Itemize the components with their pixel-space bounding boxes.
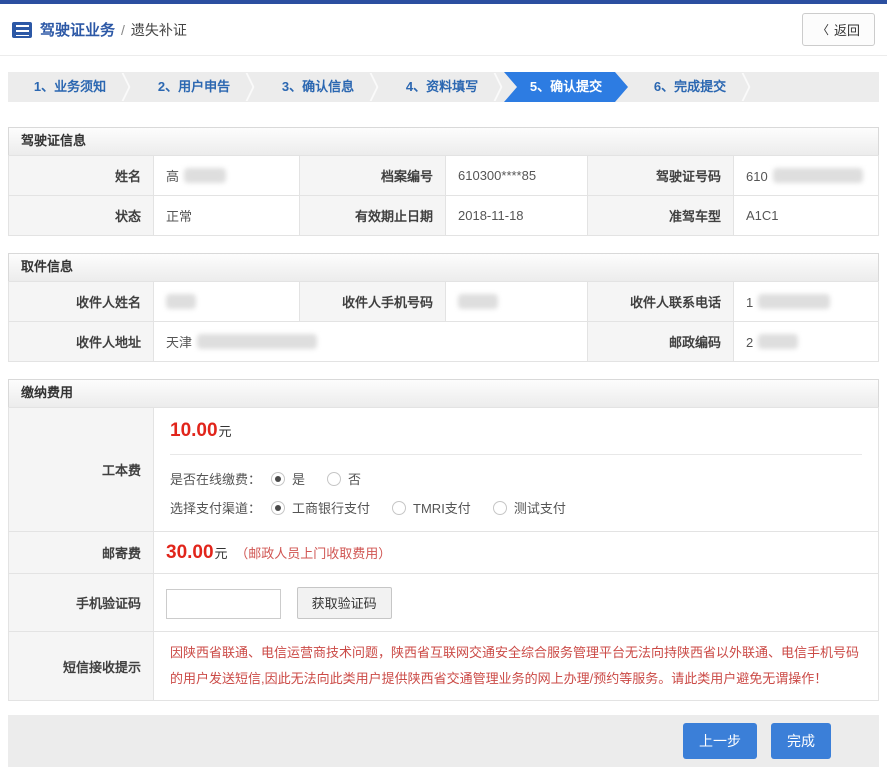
license-info-table: 姓名 高 档案编号 610300****85 驾驶证号码 610 状态 正常 有…: [8, 155, 879, 236]
section-title: 取件信息: [8, 253, 879, 281]
redacted-value: [773, 168, 863, 183]
file-number-label: 档案编号: [300, 156, 446, 196]
breadcrumb-separator: /: [121, 22, 125, 38]
step-progress-bar: 1、业务须知 2、用户申告 3、确认信息 4、资料填写 5、确认提交 6、完成提…: [8, 72, 879, 102]
vehicle-class-value: A1C1: [734, 196, 879, 236]
pickup-info-table: 收件人姓名 收件人手机号码 收件人联系电话 1 收件人地址 天津 邮政编码 2: [8, 281, 879, 362]
expiry-label: 有效期止日期: [300, 196, 446, 236]
pay-channel-row: 选择支付渠道： 工商银行支付 TMRI支付 测试支付: [170, 498, 862, 517]
table-row: 邮寄费 30.00元 （邮政人员上门收取费用）: [9, 532, 879, 574]
step-5-confirm-submit: 5、确认提交: [504, 72, 628, 102]
file-number-value: 610300****85: [446, 156, 588, 196]
recipient-phone-value: 1: [734, 282, 879, 322]
redacted-value: [184, 168, 226, 183]
channel-icbc-radio[interactable]: [271, 501, 285, 515]
sms-notice-cell: 因陕西省联通、电信运营商技术问题，陕西省互联网交通安全综合服务管理平台无法向持陕…: [154, 632, 879, 701]
recipient-address-value: 天津: [154, 322, 588, 362]
table-row: 工本费 10.00元 是否在线缴费： 是 否 选择支付渠道：: [9, 408, 879, 532]
recipient-phone-label: 收件人联系电话: [588, 282, 734, 322]
post-fee-note: （邮政人员上门收取费用）: [235, 546, 391, 561]
page-header: 驾驶证业务 / 遗失补证 〈 返回: [0, 4, 887, 56]
redacted-value: [458, 294, 498, 309]
redacted-value: [166, 294, 196, 309]
channel-test-radio[interactable]: [493, 501, 507, 515]
pay-channel-question: 选择支付渠道：: [170, 498, 261, 517]
zip-code-value: 2: [734, 322, 879, 362]
section-title: 缴纳费用: [8, 379, 879, 407]
footer-action-bar: 上一步 完成: [8, 715, 879, 767]
sms-notice-label: 短信接收提示: [9, 632, 154, 701]
expiry-value: 2018-11-18: [446, 196, 588, 236]
back-button-label: 返回: [834, 20, 860, 39]
section-pickup-info: 取件信息 收件人姓名 收件人手机号码 收件人联系电话 1 收件人地址 天津 邮政…: [8, 253, 879, 362]
table-row: 姓名 高 档案编号 610300****85 驾驶证号码 610: [9, 156, 879, 196]
recipient-mobile-value: [446, 282, 588, 322]
status-label: 状态: [9, 196, 154, 236]
redacted-value: [758, 294, 830, 309]
online-pay-row: 是否在线缴费： 是 否: [170, 469, 862, 488]
recipient-mobile-label: 收件人手机号码: [300, 282, 446, 322]
list-icon: [12, 22, 32, 38]
back-button[interactable]: 〈 返回: [802, 13, 875, 46]
post-fee-cell: 30.00元 （邮政人员上门收取费用）: [154, 532, 879, 574]
get-captcha-button[interactable]: 获取验证码: [297, 587, 392, 619]
post-fee-label: 邮寄费: [9, 532, 154, 574]
sms-notice-text: 因陕西省联通、电信运营商技术问题，陕西省互联网交通安全综合服务管理平台无法向持陕…: [170, 640, 862, 692]
redacted-value: [197, 334, 317, 349]
table-row: 收件人地址 天津 邮政编码 2: [9, 322, 879, 362]
section-license-info: 驾驶证信息 姓名 高 档案编号 610300****85 驾驶证号码 610 状…: [8, 127, 879, 236]
work-fee-cell: 10.00元 是否在线缴费： 是 否 选择支付渠道： 工商银行支付: [154, 408, 879, 532]
channel-tmri-radio[interactable]: [392, 501, 406, 515]
online-pay-no-radio[interactable]: [327, 472, 341, 486]
name-label: 姓名: [9, 156, 154, 196]
online-pay-yes-label: 是: [292, 469, 305, 488]
page-title: 驾驶证业务: [40, 19, 115, 40]
work-fee-label: 工本费: [9, 408, 154, 532]
recipient-name-value: [154, 282, 300, 322]
previous-step-button[interactable]: 上一步: [683, 723, 757, 759]
captcha-input[interactable]: [166, 589, 281, 619]
divider: [170, 454, 862, 455]
status-value: 正常: [154, 196, 300, 236]
channel-icbc-label: 工商银行支付: [292, 498, 370, 517]
post-fee-amount: 30.00元: [166, 546, 231, 561]
chevron-left-icon: 〈: [817, 21, 829, 38]
online-pay-no-label: 否: [348, 469, 361, 488]
step-1-notice: 1、业务须知: [8, 72, 132, 102]
breadcrumb-current: 遗失补证: [131, 20, 187, 40]
online-pay-question: 是否在线缴费：: [170, 469, 261, 488]
channel-tmri-label: TMRI支付: [413, 498, 471, 517]
recipient-address-label: 收件人地址: [9, 322, 154, 362]
vehicle-class-label: 准驾车型: [588, 196, 734, 236]
section-title: 驾驶证信息: [8, 127, 879, 155]
redacted-value: [758, 334, 798, 349]
section-fees: 缴纳费用 工本费 10.00元 是否在线缴费： 是 否: [8, 379, 879, 701]
work-fee-amount: 10.00元: [170, 420, 862, 442]
license-number-value: 610: [734, 156, 879, 196]
step-4-fill-data: 4、资料填写: [380, 72, 504, 102]
table-row: 手机验证码 获取验证码: [9, 574, 879, 632]
license-number-label: 驾驶证号码: [588, 156, 734, 196]
online-pay-yes-radio[interactable]: [271, 472, 285, 486]
table-row: 收件人姓名 收件人手机号码 收件人联系电话 1: [9, 282, 879, 322]
captcha-label: 手机验证码: [9, 574, 154, 632]
channel-test-label: 测试支付: [514, 498, 566, 517]
step-6-done: 6、完成提交: [628, 72, 752, 102]
recipient-name-label: 收件人姓名: [9, 282, 154, 322]
table-row: 短信接收提示 因陕西省联通、电信运营商技术问题，陕西省互联网交通安全综合服务管理…: [9, 632, 879, 701]
fees-table: 工本费 10.00元 是否在线缴费： 是 否 选择支付渠道：: [8, 407, 879, 701]
zip-code-label: 邮政编码: [588, 322, 734, 362]
finish-button[interactable]: 完成: [771, 723, 831, 759]
name-value: 高: [154, 156, 300, 196]
step-2-declare: 2、用户申告: [132, 72, 256, 102]
step-3-confirm-info: 3、确认信息: [256, 72, 380, 102]
table-row: 状态 正常 有效期止日期 2018-11-18 准驾车型 A1C1: [9, 196, 879, 236]
captcha-cell: 获取验证码: [154, 574, 879, 632]
